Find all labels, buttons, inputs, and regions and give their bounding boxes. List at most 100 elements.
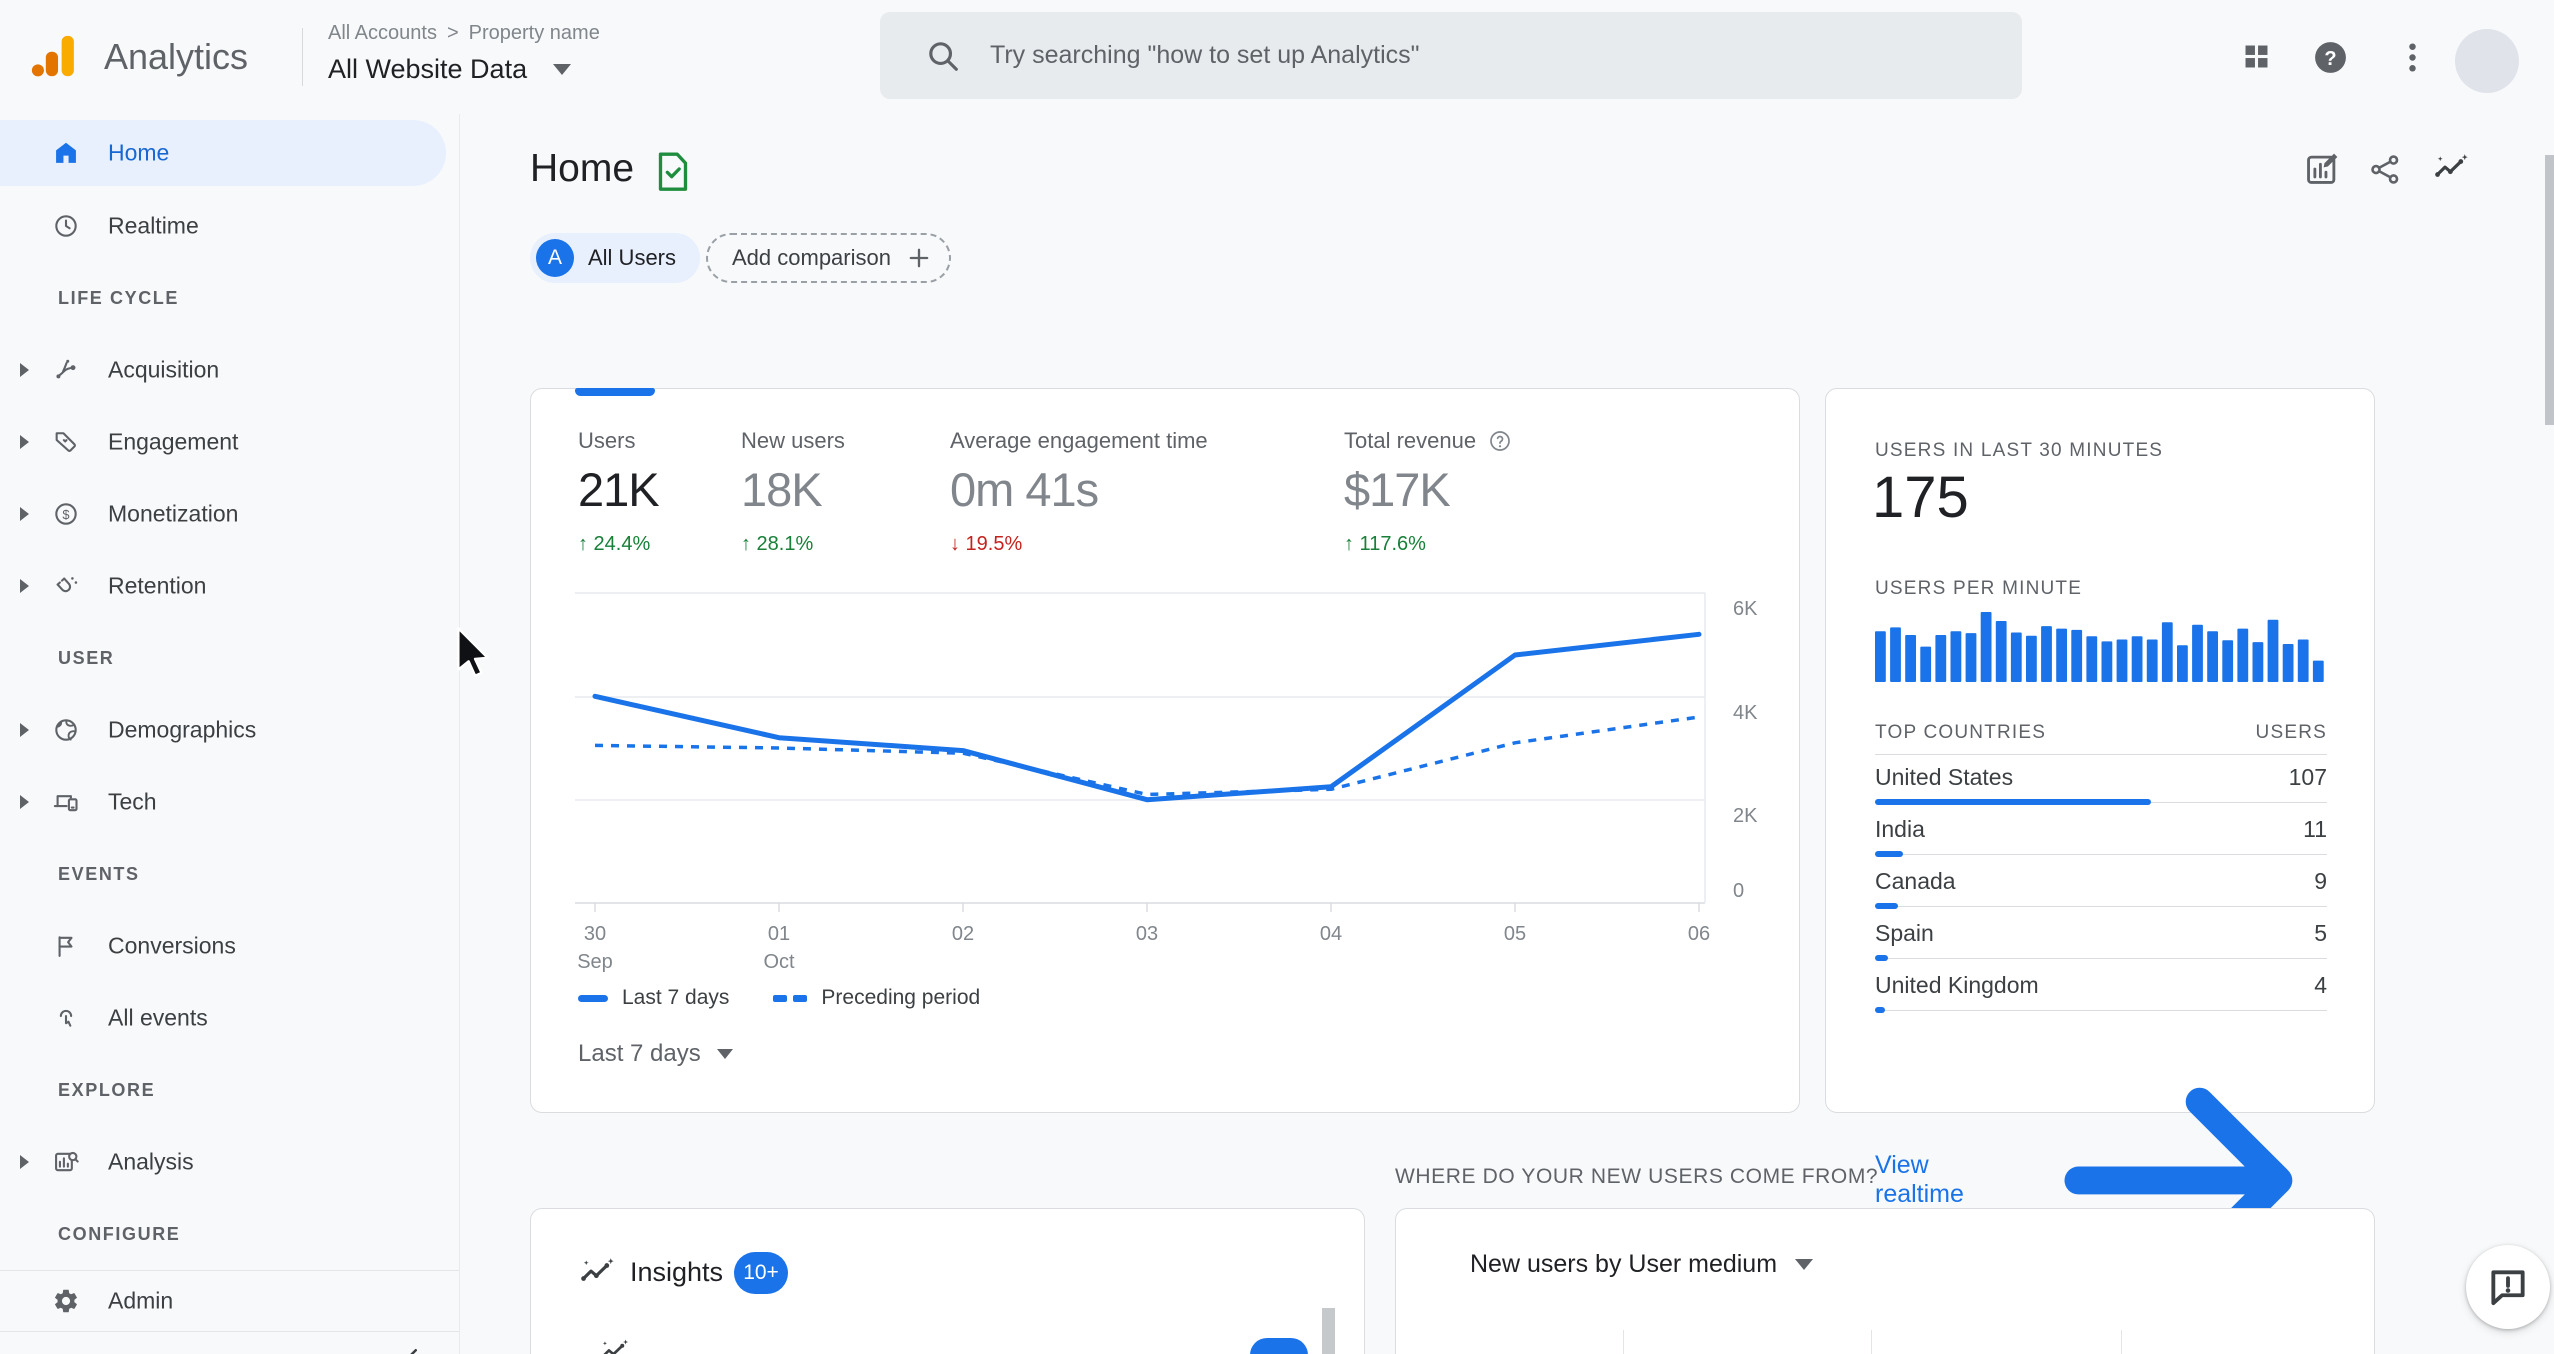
breadcrumb[interactable]: All Accounts > Property name bbox=[328, 22, 600, 45]
country-bar bbox=[1875, 955, 2327, 961]
all-users-comparison-chip[interactable]: A All Users bbox=[530, 233, 701, 283]
sidebar-item-analysis[interactable]: Analysis bbox=[0, 1126, 459, 1198]
country-users: 107 bbox=[2288, 764, 2327, 790]
users-trend-line-chart: 6K 4K 2K 0 30 Sep 01 Oct 02 03 04 05 06 bbox=[550, 578, 1790, 978]
help-icon[interactable]: ? bbox=[2312, 39, 2349, 76]
account-avatar[interactable] bbox=[2455, 29, 2519, 93]
kebab-menu-icon[interactable] bbox=[2394, 39, 2431, 76]
users-30min-value: 175 bbox=[1872, 465, 1969, 530]
country-name: Canada bbox=[1875, 868, 1956, 894]
tech-devices-icon bbox=[52, 788, 80, 816]
sidebar-item-engagement[interactable]: Engagement bbox=[0, 406, 459, 478]
top-countries-label: TOP COUNTRIES bbox=[1875, 722, 2047, 743]
sidebar-item-demographics[interactable]: Demographics bbox=[0, 694, 459, 766]
country-bar-fill bbox=[1875, 1007, 1886, 1013]
country-bar bbox=[1875, 799, 2327, 805]
demographics-globe-icon bbox=[52, 716, 80, 744]
expand-chevron-icon[interactable] bbox=[20, 1155, 29, 1169]
property-selector[interactable]: All Website Data bbox=[328, 54, 572, 85]
date-range-selector[interactable]: Last 7 days bbox=[578, 1040, 733, 1068]
new-users-metric-selector[interactable]: New users by User medium bbox=[1470, 1250, 1814, 1279]
metric-total-revenue[interactable]: Total revenue $17K ↑ 117.6% bbox=[1344, 428, 1512, 556]
search-icon bbox=[924, 37, 962, 75]
insights-sparkline-icon[interactable] bbox=[2432, 150, 2470, 188]
country-row: Spain 5 bbox=[1875, 911, 2327, 963]
sidebar-item-home[interactable]: Home bbox=[0, 120, 446, 186]
country-users: 5 bbox=[2314, 920, 2327, 946]
sidebar-item-monetization[interactable]: $ Monetization bbox=[0, 478, 459, 550]
sidebar-item-conversions[interactable]: Conversions bbox=[0, 910, 459, 982]
sidebar-item-label: Engagement bbox=[108, 428, 239, 455]
sidebar-item-label: Monetization bbox=[108, 500, 239, 527]
sidebar-item-all-events[interactable]: All events bbox=[0, 982, 459, 1054]
add-comparison-button[interactable]: Add comparison bbox=[706, 233, 951, 283]
sidebar: Home Realtime LIFE CYCLE Acquisition Engagem… bbox=[0, 114, 460, 1354]
expand-chevron-icon[interactable] bbox=[20, 435, 29, 449]
svg-text:04: 04 bbox=[1320, 923, 1342, 945]
country-users: 4 bbox=[2314, 972, 2327, 998]
customize-report-icon[interactable] bbox=[2303, 150, 2341, 188]
expand-chevron-icon[interactable] bbox=[20, 363, 29, 377]
expand-chevron-icon[interactable] bbox=[20, 579, 29, 593]
search-input[interactable] bbox=[988, 40, 1892, 71]
country-bar-track bbox=[1875, 854, 2327, 855]
top-countries-header: TOP COUNTRIES USERS bbox=[1875, 722, 2327, 744]
country-bar-fill bbox=[1875, 799, 2152, 805]
sidebar-section-label: EVENTS bbox=[58, 863, 140, 884]
expand-chevron-icon[interactable] bbox=[20, 507, 29, 521]
expand-chevron-icon[interactable] bbox=[20, 723, 29, 737]
feedback-chat-button[interactable] bbox=[2466, 1245, 2550, 1329]
analytics-logo-icon[interactable] bbox=[30, 33, 76, 79]
metric-delta: ↑ 28.1% bbox=[741, 533, 814, 555]
country-row: Canada 9 bbox=[1875, 859, 2327, 911]
carousel-active-tab-indicator bbox=[575, 388, 655, 396]
help-circle-icon[interactable] bbox=[1488, 429, 1512, 453]
svg-text:01: 01 bbox=[768, 923, 790, 945]
report-check-icon bbox=[653, 150, 693, 194]
country-bar bbox=[1875, 903, 2327, 909]
country-users: 11 bbox=[2303, 816, 2327, 842]
sidebar-item-retention[interactable]: Retention bbox=[0, 550, 459, 622]
sidebar-item-label: Home bbox=[108, 139, 170, 166]
metric-users[interactable]: Users 21K ↑ 24.4% bbox=[578, 428, 660, 556]
country-bar-track bbox=[1875, 1010, 2327, 1011]
metric-average-engagement-time[interactable]: Average engagement time 0m 41s ↓ 19.5% bbox=[950, 428, 1208, 556]
metric-delta: ↑ 117.6% bbox=[1344, 533, 1426, 555]
monetization-dollar-icon: $ bbox=[52, 500, 80, 528]
sidebar-item-admin[interactable]: Admin bbox=[0, 1271, 459, 1331]
breadcrumb-account[interactable]: All Accounts bbox=[328, 22, 437, 45]
share-icon[interactable] bbox=[2368, 152, 2403, 187]
view-realtime-label: View realtime bbox=[1875, 1151, 1964, 1209]
metric-new-users[interactable]: New users 18K ↑ 28.1% bbox=[741, 428, 845, 556]
sidebar-item-tech[interactable]: Tech bbox=[0, 766, 459, 838]
country-bar-fill bbox=[1875, 903, 1899, 909]
expand-chevron-icon[interactable] bbox=[20, 795, 29, 809]
sidebar-item-label: Conversions bbox=[108, 932, 236, 959]
search-bar[interactable] bbox=[880, 12, 2022, 99]
breadcrumb-property[interactable]: Property name bbox=[469, 22, 600, 45]
svg-text:6K: 6K bbox=[1733, 598, 1758, 620]
insights-count-badge: 10+ bbox=[734, 1252, 788, 1294]
plus-icon bbox=[905, 244, 933, 272]
clock-icon bbox=[52, 212, 80, 240]
sidebar-item-label: Realtime bbox=[108, 212, 199, 239]
chevron-down-icon bbox=[716, 1049, 733, 1059]
country-bar-fill bbox=[1875, 955, 1889, 961]
page-scrollbar-thumb[interactable] bbox=[2545, 155, 2554, 425]
legend-label: Last 7 days bbox=[622, 986, 730, 1009]
collapse-sidebar-icon[interactable] bbox=[402, 1344, 432, 1354]
sidebar-section-label: LIFE CYCLE bbox=[58, 287, 180, 308]
sidebar-section-label: CONFIGURE bbox=[58, 1223, 181, 1244]
sidebar-item-label: Acquisition bbox=[108, 356, 220, 383]
sidebar-item-label: Demographics bbox=[108, 716, 257, 743]
insights-scrollbar-thumb[interactable] bbox=[1322, 1308, 1335, 1354]
apps-grid-icon[interactable] bbox=[2241, 41, 2272, 72]
page-title: Home bbox=[530, 147, 635, 190]
metric-label-text: New users bbox=[741, 428, 845, 453]
new-users-card bbox=[1395, 1208, 2375, 1354]
metric-label-text: Average engagement time bbox=[950, 428, 1208, 453]
country-name: United States bbox=[1875, 764, 2014, 790]
sidebar-item-label: Admin bbox=[108, 1287, 174, 1314]
sidebar-item-acquisition[interactable]: Acquisition bbox=[0, 334, 459, 406]
sidebar-item-realtime[interactable]: Realtime bbox=[0, 190, 459, 262]
